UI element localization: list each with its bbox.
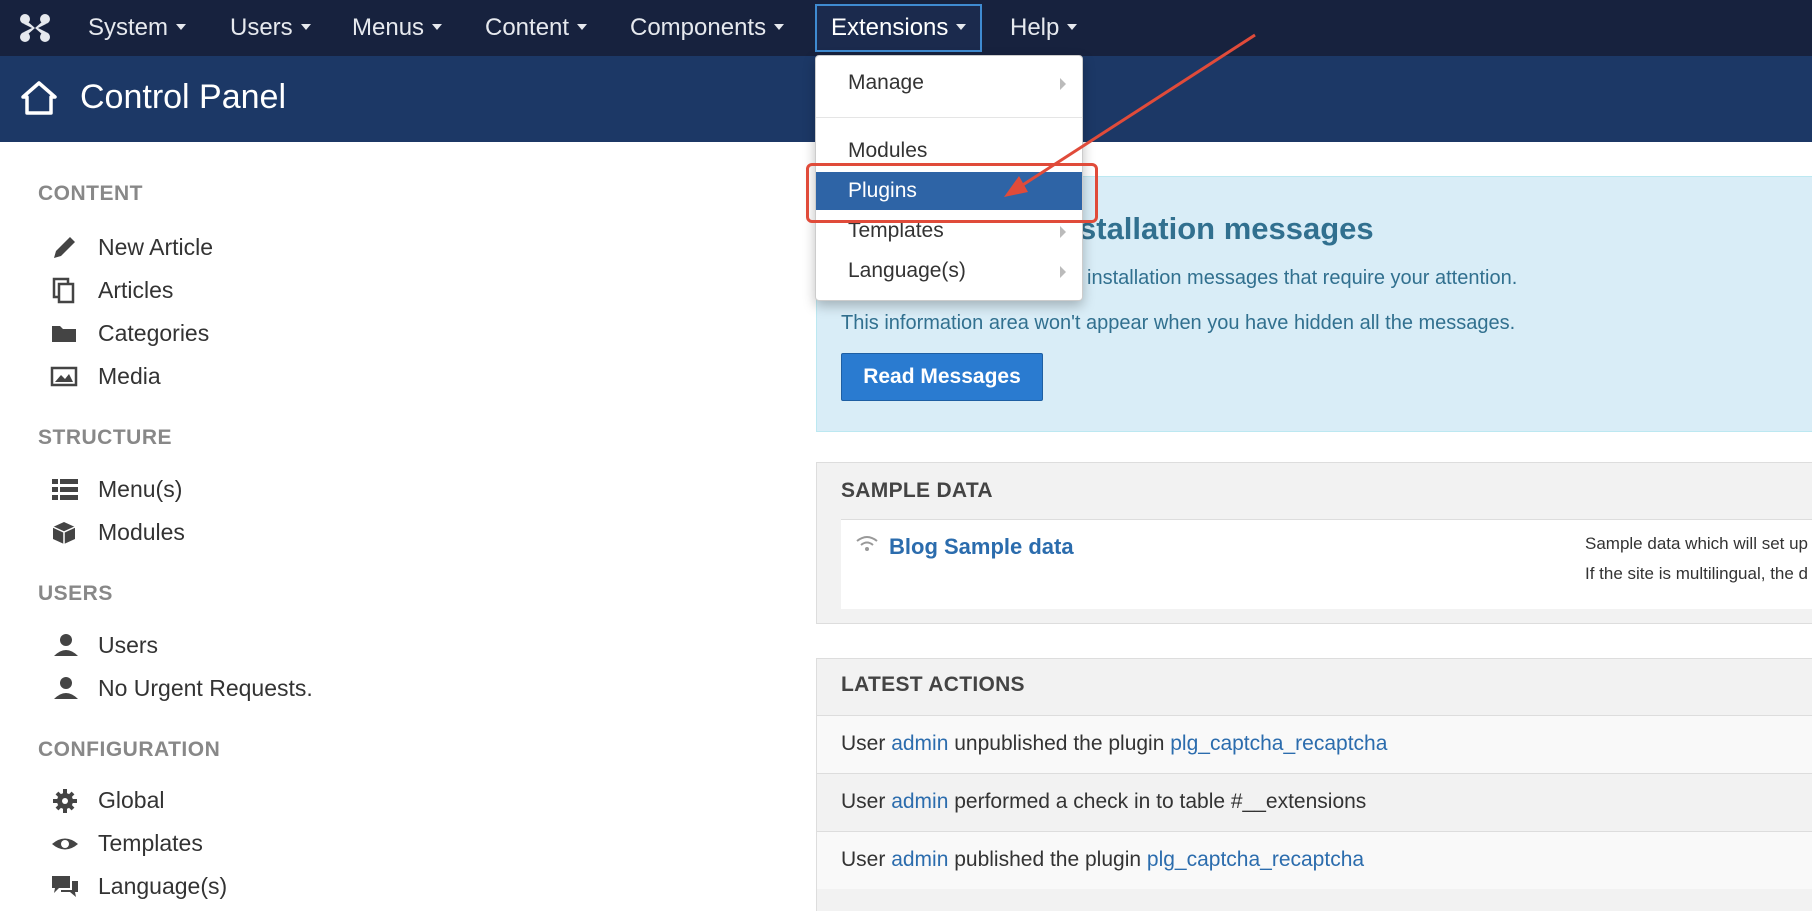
menu-divider <box>816 117 1082 118</box>
sample-data-panel: SAMPLE DATA Blog Sample data Sample data… <box>816 462 1812 624</box>
user-icon <box>54 634 78 656</box>
nav-content[interactable]: Content <box>485 0 588 56</box>
list-icon <box>52 479 78 500</box>
gear-icon <box>53 789 77 813</box>
panel-heading: LATEST ACTIONS <box>841 673 1025 696</box>
sample-data-row: Blog Sample data Sample data which will … <box>841 519 1812 609</box>
page-title: Control Panel <box>80 78 287 116</box>
action-row: User admin published the plugin plg_capt… <box>817 831 1812 889</box>
sample-data-description: If the site is multilingual, the d <box>1585 564 1809 583</box>
sidebar-heading-structure: STRUCTURE <box>38 426 172 449</box>
chevron-down-icon <box>300 23 311 30</box>
annotation-highlight <box>806 163 1098 223</box>
user-link[interactable]: admin <box>891 848 948 871</box>
nav-menus[interactable]: Menus <box>352 0 443 56</box>
panel-heading: SAMPLE DATA <box>841 479 993 502</box>
plugin-link[interactable]: plg_captcha_recaptcha <box>1147 848 1364 871</box>
sidebar-heading-configuration: CONFIGURATION <box>38 738 221 761</box>
top-navbar: System Users Menus Content Components Ex… <box>0 0 1812 56</box>
image-icon <box>50 366 78 387</box>
user-icon <box>54 677 78 699</box>
comments-icon <box>52 876 78 897</box>
alert-text: This information area won't appear when … <box>841 312 1516 334</box>
user-link[interactable]: admin <box>891 732 948 755</box>
user-link[interactable]: admin <box>891 790 948 813</box>
chevron-right-icon <box>1060 226 1066 238</box>
chevron-right-icon <box>1060 266 1066 278</box>
chevron-down-icon <box>176 23 187 30</box>
chevron-down-icon <box>774 23 785 30</box>
home-icon <box>21 81 57 115</box>
sidebar: CONTENT New Article Articles Categories … <box>38 182 313 899</box>
nav-users[interactable]: Users <box>230 0 311 56</box>
eye-icon <box>52 838 78 850</box>
chevron-right-icon <box>1060 78 1066 90</box>
chevron-down-icon <box>577 23 588 30</box>
menu-item-languages[interactable]: Language(s) <box>816 252 1082 290</box>
nav-help[interactable]: Help <box>1010 0 1078 56</box>
latest-actions-panel: LATEST ACTIONS User admin unpublished th… <box>816 658 1812 911</box>
action-row: User admin unpublished the plugin plg_ca… <box>817 715 1812 773</box>
plugin-link[interactable]: plg_captcha_recaptcha <box>1170 732 1387 755</box>
sidebar-heading-content: CONTENT <box>38 182 143 205</box>
nav-components[interactable]: Components <box>630 0 785 56</box>
joomla-logo-icon[interactable] <box>18 12 52 44</box>
chevron-down-icon <box>1067 23 1078 30</box>
folder-icon <box>52 326 76 342</box>
action-row: User admin performed a check in to table… <box>817 773 1812 831</box>
blog-sample-data-link[interactable]: Blog Sample data <box>889 534 1074 560</box>
menu-item-manage[interactable]: Manage <box>816 64 1082 102</box>
copy-icon <box>52 277 75 304</box>
alert-text: installation messages that require your … <box>1087 267 1518 289</box>
sidebar-heading-users: USERS <box>38 582 113 605</box>
alert-title: stallation messages <box>1079 211 1374 246</box>
cube-icon <box>52 522 76 544</box>
nav-system[interactable]: System <box>88 0 187 56</box>
nav-extensions[interactable]: Extensions <box>815 4 983 52</box>
wifi-icon <box>856 536 878 551</box>
sample-data-description: Sample data which will set up <box>1585 534 1809 553</box>
chevron-down-icon <box>956 23 967 30</box>
chevron-down-icon <box>432 23 443 30</box>
pencil-icon <box>54 237 75 258</box>
read-messages-button[interactable]: Read Messages <box>841 353 1043 401</box>
